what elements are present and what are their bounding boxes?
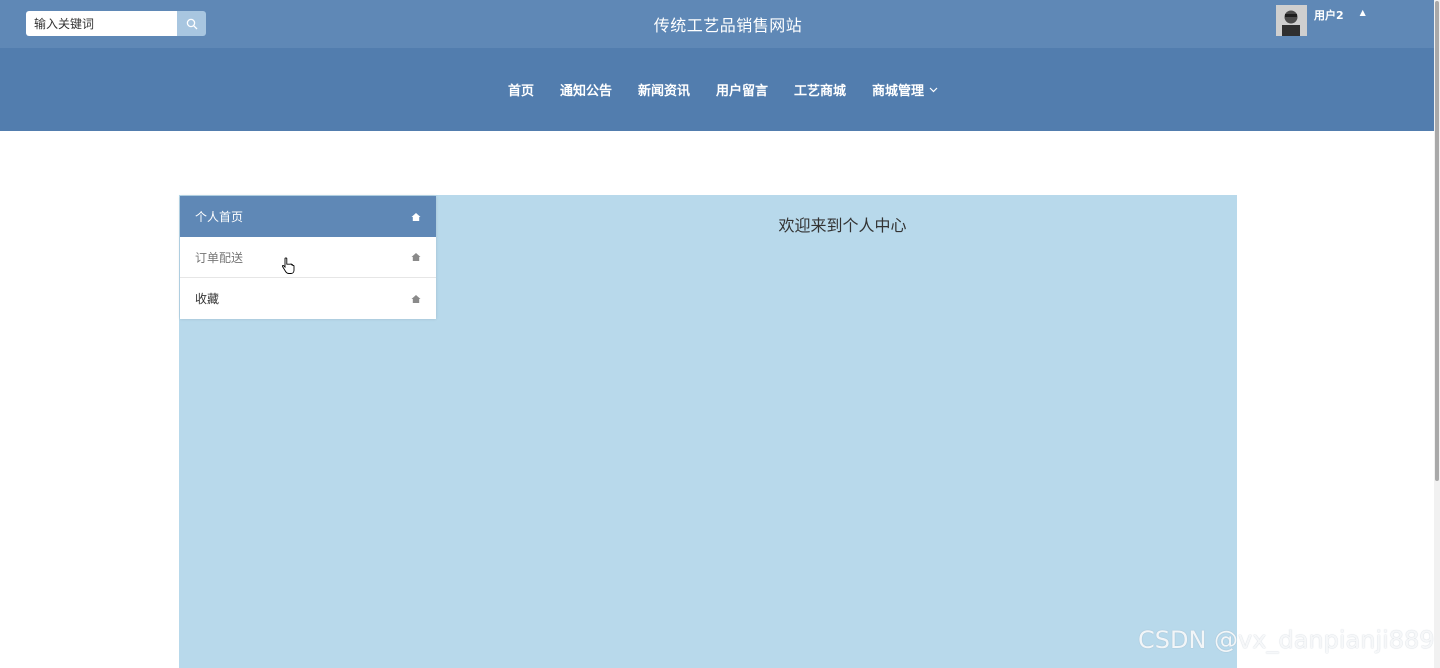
user-avatar-icon <box>1276 5 1307 36</box>
scrollbar-thumb[interactable] <box>1435 1 1439 481</box>
scrollbar[interactable] <box>1434 0 1440 668</box>
chevron-down-icon <box>929 87 938 93</box>
avatar[interactable] <box>1276 5 1307 36</box>
site-title: 传统工艺品销售网站 <box>653 16 803 35</box>
user-menu[interactable]: 用户2 ▲ <box>1276 5 1366 36</box>
nav-item-messages[interactable]: 用户留言 <box>716 80 768 99</box>
nav-item-notices[interactable]: 通知公告 <box>560 80 612 99</box>
nav-item-label: 用户留言 <box>716 84 769 99</box>
sidebar-item-label: 订单配送 <box>195 250 244 265</box>
nav-item-label: 首页 <box>507 84 534 99</box>
sidebar-item-orders[interactable]: 订单配送 <box>180 237 436 278</box>
nav-item-news[interactable]: 新闻资讯 <box>638 80 690 99</box>
watermark: CSDN @vx_danpianji889 <box>1138 626 1435 654</box>
sidebar-menu: 个人首页 订单配送 收藏 <box>180 196 436 319</box>
sidebar-item-label: 个人首页 <box>195 210 244 224</box>
nav-item-label: 商城管理 <box>872 84 925 99</box>
hand-cursor-icon <box>281 257 295 274</box>
nav-item-shop[interactable]: 工艺商城 <box>794 80 846 99</box>
home-icon <box>411 212 421 221</box>
nav-item-label: 通知公告 <box>559 84 612 99</box>
user-name[interactable]: 用户2 <box>1314 7 1344 23</box>
home-icon <box>411 294 421 303</box>
main-nav: 首页 通知公告 新闻资讯 用户留言 工艺商城 商城管理 <box>0 48 1434 131</box>
sidebar-item-label: 收藏 <box>195 292 220 306</box>
sidebar-item-home[interactable]: 个人首页 <box>180 196 436 237</box>
top-bar: 传统工艺品销售网站 用户2 ▲ <box>0 0 1434 48</box>
welcome-heading: 欢迎来到个人中心 <box>778 216 907 235</box>
nav-item-shop-admin[interactable]: 商城管理 <box>872 80 938 99</box>
nav-item-label: 新闻资讯 <box>637 84 690 99</box>
nav-item-home[interactable]: 首页 <box>508 80 534 99</box>
nav-item-label: 工艺商城 <box>794 84 847 99</box>
caret-up-icon[interactable]: ▲ <box>1360 8 1366 17</box>
sidebar-item-favorites[interactable]: 收藏 <box>180 278 436 319</box>
home-icon <box>411 253 421 261</box>
